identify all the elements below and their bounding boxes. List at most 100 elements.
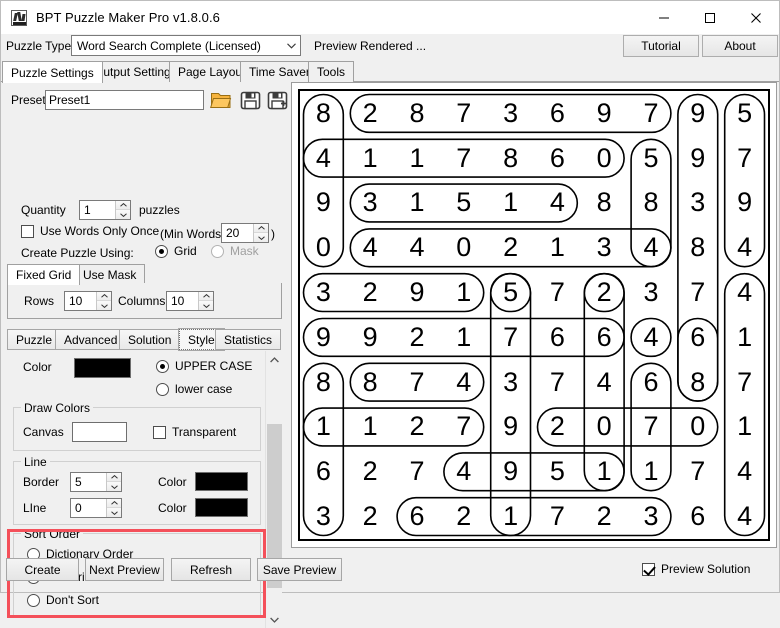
use-words-only-once-checkbox[interactable]: Use Words Only Once [21, 224, 159, 238]
tab-use-mask[interactable]: Use Mask [74, 264, 146, 284]
spin-up-icon[interactable] [116, 201, 130, 210]
puzzle-type-select[interactable]: Word Search Complete (Licensed) [71, 35, 301, 56]
save-icon[interactable] [238, 88, 262, 112]
tab-tools[interactable]: Tools [308, 61, 355, 82]
tutorial-button[interactable]: Tutorial [623, 35, 699, 57]
save-preview-button[interactable]: Save Preview [257, 558, 342, 581]
puzzle-type-label: Puzzle Type [6, 39, 72, 53]
lower-case-radio[interactable]: lower case [156, 382, 232, 396]
spin-down-icon[interactable] [254, 233, 268, 242]
spin-down-icon[interactable] [97, 301, 111, 310]
maximize-icon[interactable] [687, 1, 733, 34]
solution-capsule [536, 407, 719, 447]
preset-input[interactable]: Preset1 [45, 90, 204, 110]
columns-label: Columns [118, 294, 166, 308]
solution-capsule [302, 362, 345, 537]
border-spin-buttons[interactable] [106, 473, 121, 491]
spin-up-icon[interactable] [199, 292, 213, 301]
preview-pane[interactable]: 8287369795411786059793151488390440213484… [291, 82, 777, 548]
next-preview-button[interactable]: Next Preview [85, 558, 164, 581]
radio-box [156, 359, 169, 373]
solution-capsule [349, 362, 485, 402]
spin-up-icon[interactable] [254, 224, 268, 233]
rows-label: Rows [24, 294, 55, 308]
chevron-down-icon[interactable] [266, 611, 283, 628]
draw-colors-label: Draw Colors [21, 401, 94, 415]
quantity-unit-label: puzzles [139, 203, 180, 217]
folder-open-icon[interactable] [209, 88, 233, 112]
preview-solution-checkbox[interactable]: Preview Solution [642, 562, 750, 576]
window-title: BPT Puzzle Maker Pro v1.8.0.6 [36, 10, 221, 25]
button-advanced[interactable]: Advanced [55, 329, 127, 350]
line-group: Line Border 5 Color LIne 0 Color [13, 455, 261, 525]
refresh-button[interactable]: Refresh [171, 558, 251, 581]
tab-fixed-grid[interactable]: Fixed Grid [7, 264, 81, 285]
main-tabs: Puzzle Settings Output Settings Page Lay… [1, 61, 779, 83]
preview-status-text: Preview Rendered ... [314, 39, 427, 53]
columns-spin-buttons[interactable] [198, 292, 213, 310]
quantity-stepper[interactable]: 1 [79, 200, 131, 220]
solution-capsule [630, 317, 672, 358]
rows-spin-buttons[interactable] [96, 292, 111, 310]
solution-capsule [489, 272, 532, 537]
spin-down-icon[interactable] [107, 508, 121, 517]
preset-row: Preset Preset1 [7, 88, 287, 112]
button-solution[interactable]: Solution [119, 329, 181, 350]
lower-case-label: lower case [175, 382, 233, 396]
text-color-group: Color UPPER CASE lower case [13, 354, 261, 401]
app-icon [11, 9, 27, 26]
application-window: BPT Puzzle Maker Pro v1.8.0.6 Puzzle Typ… [0, 0, 780, 628]
create-button[interactable]: Create [6, 558, 79, 581]
columns-stepper[interactable]: 10 [166, 291, 214, 311]
line-spin-buttons[interactable] [106, 499, 121, 517]
border-value: 5 [75, 475, 82, 489]
line-color-swatch[interactable] [195, 498, 248, 517]
canvas-color-swatch[interactable] [72, 422, 127, 442]
minimize-icon[interactable] [641, 1, 687, 34]
min-words-stepper[interactable]: 20 [221, 223, 269, 243]
transparent-label: Transparent [172, 425, 237, 439]
tab-puzzle-settings[interactable]: Puzzle Settings [2, 61, 103, 83]
rows-stepper[interactable]: 10 [64, 291, 112, 311]
solution-capsule [677, 317, 719, 402]
min-words-spin-buttons[interactable] [253, 224, 268, 242]
save-as-icon[interactable] [265, 88, 289, 112]
solution-capsule [349, 228, 672, 268]
transparent-checkbox[interactable]: Transparent [153, 425, 236, 439]
chevron-up-icon[interactable] [266, 351, 283, 368]
solution-capsule [630, 138, 672, 268]
create-using-grid-label: Grid [174, 244, 197, 258]
spin-down-icon[interactable] [116, 210, 130, 219]
border-color-swatch[interactable] [195, 472, 248, 491]
text-color-swatch[interactable] [74, 358, 131, 378]
solution-overlay [302, 93, 766, 537]
line-color-label: Color [158, 501, 187, 515]
close-icon[interactable] [733, 1, 779, 34]
solution-capsule [302, 317, 625, 358]
spin-up-icon[interactable] [97, 292, 111, 301]
spin-down-icon[interactable] [107, 482, 121, 491]
grid-tab-body: Rows 10 Columns 10 [7, 283, 282, 319]
solution-capsule [302, 93, 345, 268]
spin-down-icon[interactable] [199, 301, 213, 310]
border-color-label: Color [158, 475, 187, 489]
solution-capsule [443, 452, 625, 492]
title-bar: BPT Puzzle Maker Pro v1.8.0.6 [1, 1, 779, 34]
create-using-grid-radio[interactable]: Grid [155, 244, 197, 258]
line-stepper[interactable]: 0 [70, 498, 122, 518]
line-value: 0 [75, 501, 82, 515]
button-puzzle[interactable]: Puzzle [7, 329, 62, 350]
solution-capsule [396, 496, 672, 537]
color-label: Color [23, 360, 52, 374]
border-stepper[interactable]: 5 [70, 472, 122, 492]
create-using-mask-radio[interactable]: Mask [211, 244, 259, 258]
about-button[interactable]: About [702, 35, 778, 57]
puzzle-preview: 8287369795411786059793151488390440213484… [298, 89, 770, 541]
solution-capsule [349, 183, 579, 223]
sort-dont-sort-radio[interactable]: Don't Sort [27, 593, 99, 607]
spin-up-icon[interactable] [107, 473, 121, 482]
quantity-spin-buttons[interactable] [115, 201, 130, 219]
upper-case-radio[interactable]: UPPER CASE [156, 359, 252, 373]
spin-up-icon[interactable] [107, 499, 121, 508]
button-statistics[interactable]: Statistics [215, 329, 282, 350]
